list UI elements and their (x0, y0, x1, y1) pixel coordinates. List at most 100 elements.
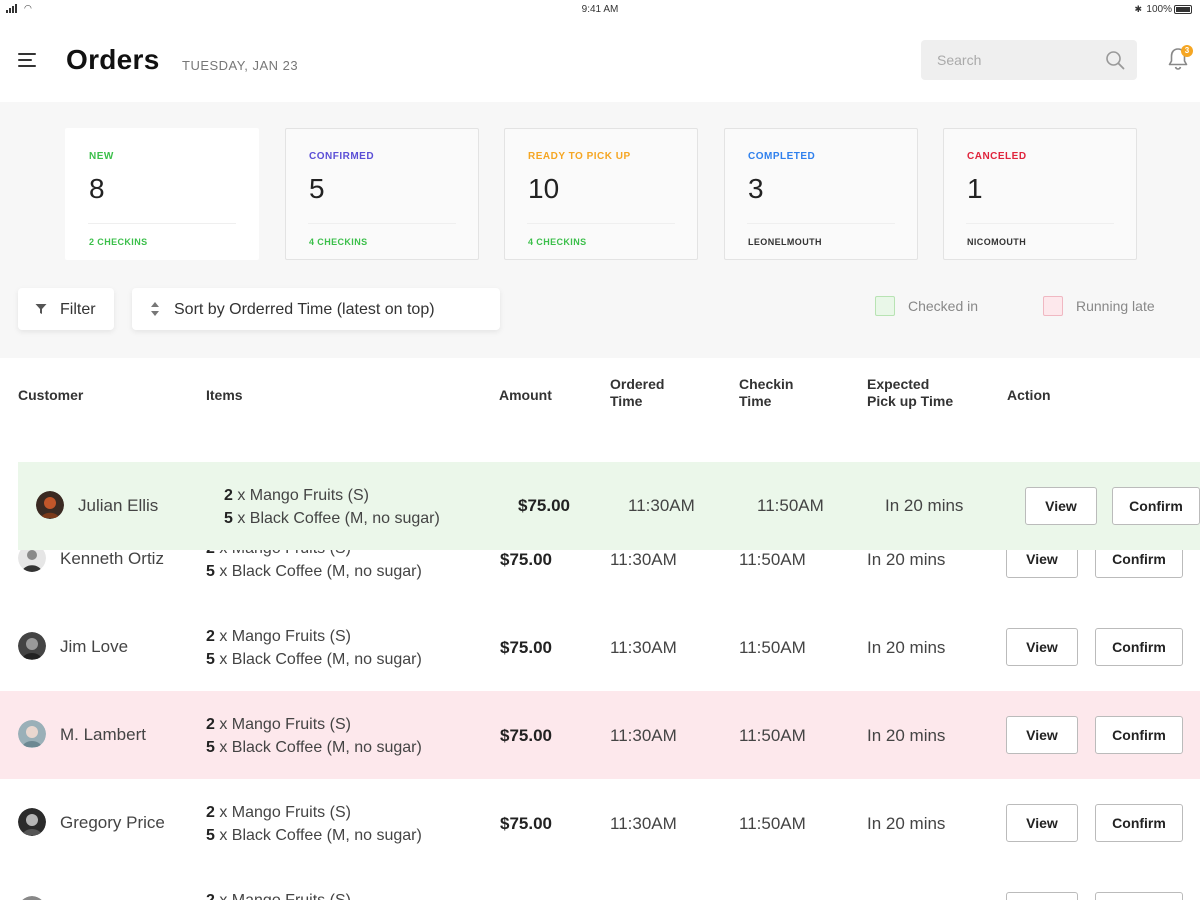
view-button[interactable]: View (1006, 716, 1078, 754)
confirm-button[interactable]: Confirm (1112, 487, 1200, 525)
header-line: Pick up Time (867, 393, 954, 409)
customer-name: Jim Love (60, 637, 129, 656)
search-box[interactable] (921, 40, 1137, 80)
item-qty: 2 (224, 487, 233, 504)
item-qty: 5 (206, 563, 215, 580)
legend-label: Running late (1076, 298, 1155, 314)
view-button[interactable] (1006, 892, 1078, 900)
filter-button[interactable]: Filter (18, 288, 114, 330)
table-row[interactable]: Gregory Price 2 x Mango Fruits (S) 5 x B… (0, 779, 1200, 867)
card-count: 8 (89, 173, 105, 204)
table-row[interactable]: Jim Love 2 x Mango Fruits (S) 5 x Black … (0, 603, 1200, 691)
ordered-time: 11:30AM (610, 726, 677, 745)
table-row[interactable]: M. Lambert 2 x Mango Fruits (S) 5 x Blac… (0, 691, 1200, 779)
card-completed[interactable]: COMPLETED 3 LEONELMOUTH (724, 128, 918, 260)
ordered-time: 11:30AM (610, 638, 677, 657)
avatar (18, 720, 46, 748)
avatar (36, 491, 64, 519)
customer-name: M. Lambert (60, 725, 146, 744)
summary-section: NEW 8 2 CHECKINS CONFIRMED 5 4 CHECKINS … (0, 102, 1200, 358)
app-header: Orders TUESDAY, JAN 23 3 (0, 20, 1200, 102)
confirm-button[interactable]: Confirm (1095, 716, 1183, 754)
header-items: Items (206, 387, 243, 403)
header-line: Time (739, 393, 772, 409)
filter-icon (35, 304, 47, 314)
order-items: 2 x Mango Fruits (S) (206, 889, 351, 900)
avatar (18, 808, 46, 836)
expected-pickup-time: In 20 mins (867, 726, 946, 745)
item-text: x Black Coffee (M, no sugar) (214, 651, 422, 668)
confirm-button[interactable] (1095, 892, 1183, 900)
card-divider (966, 223, 1114, 224)
order-amount: $75.00 (500, 550, 552, 569)
item-text: x Mango Fruits (S) (214, 628, 351, 645)
status-bar: ◠ 9:41 AM ✱ 100% (0, 0, 1200, 20)
card-confirmed[interactable]: CONFIRMED 5 4 CHECKINS (285, 128, 479, 260)
card-divider (527, 223, 675, 224)
card-ready-to-pick-up[interactable]: READY TO PICK UP 10 4 CHECKINS (504, 128, 698, 260)
customer-name: Kenneth Ortiz (60, 549, 164, 568)
card-divider (308, 223, 456, 224)
confirm-button[interactable]: Confirm (1095, 804, 1183, 842)
item-qty: 2 (206, 716, 215, 733)
card-label: CONFIRMED (309, 151, 375, 162)
item-qty: 5 (224, 510, 233, 527)
view-button[interactable]: View (1006, 628, 1078, 666)
header-checkin-time: Checkin Time (739, 376, 793, 410)
table-row[interactable]: Julian Ellis 2 x Mango Fruits (S) 5 x Bl… (18, 462, 1200, 550)
order-amount: $75.00 (518, 496, 570, 515)
ordered-time: 11:30AM (610, 550, 677, 569)
avatar (18, 896, 46, 900)
bluetooth-icon: ✱ (1134, 4, 1142, 14)
menu-icon[interactable] (18, 53, 36, 67)
sort-label: Sort by Orderred Time (latest on top) (174, 301, 435, 318)
search-icon[interactable] (1105, 50, 1125, 70)
item-text: x Mango Fruits (S) (214, 716, 351, 733)
card-label: NEW (89, 151, 114, 162)
item-text: x Black Coffee (M, no sugar) (214, 827, 422, 844)
status-time: 9:41 AM (581, 4, 619, 15)
view-button[interactable]: View (1006, 804, 1078, 842)
checkin-time: 11:50AM (739, 550, 806, 569)
header-expected-pickup: Expected Pick up Time (867, 376, 953, 410)
card-divider (747, 223, 895, 224)
header-line: Checkin (739, 376, 794, 392)
item-qty: 5 (206, 651, 215, 668)
item-text: x Mango Fruits (S) (215, 892, 351, 900)
card-footer: LEONELMOUTH (748, 237, 822, 247)
ordered-time: 11:30AM (610, 814, 677, 833)
customer-name: Gregory Price (60, 813, 165, 832)
header-line: Ordered (610, 376, 665, 392)
item-text: x Black Coffee (M, no sugar) (214, 739, 422, 756)
checkin-time: 11:50AM (757, 496, 824, 515)
order-items: 2 x Mango Fruits (S) 5 x Black Coffee (M… (206, 801, 422, 847)
card-footer: 2 CHECKINS (89, 237, 148, 247)
ordered-time: 11:30AM (628, 496, 695, 515)
header-line: Time (610, 393, 643, 409)
search-input[interactable] (921, 40, 1101, 80)
confirm-button[interactable]: Confirm (1095, 628, 1183, 666)
card-label: COMPLETED (748, 151, 816, 162)
item-text: x Mango Fruits (S) (232, 487, 369, 504)
card-canceled[interactable]: CANCELED 1 NICOMOUTH (943, 128, 1137, 260)
checkin-time: 11:50AM (739, 814, 806, 833)
expected-pickup-time: In 20 mins (867, 814, 946, 833)
order-amount: $75.00 (500, 638, 552, 657)
table-header: Customer Items Amount Ordered Time Check… (0, 358, 1200, 438)
battery-icon (1174, 5, 1192, 14)
table-row[interactable]: 2 x Mango Fruits (S) (0, 867, 1200, 900)
sort-button[interactable]: Sort by Orderred Time (latest on top) (132, 288, 500, 330)
card-new[interactable]: NEW 8 2 CHECKINS (65, 128, 259, 260)
checkin-time: 11:50AM (739, 638, 806, 657)
view-button[interactable]: View (1025, 487, 1097, 525)
card-footer: 4 CHECKINS (528, 237, 587, 247)
legend-swatch-checked-in (875, 296, 895, 316)
order-items: 2 x Mango Fruits (S) 5 x Black Coffee (M… (206, 713, 422, 759)
item-text: x Mango Fruits (S) (214, 804, 351, 821)
order-items: 2 x Mango Fruits (S) 5 x Black Coffee (M… (224, 484, 440, 530)
item-qty: 2 (206, 628, 215, 645)
checkin-time: 11:50AM (739, 726, 806, 745)
expected-pickup-time: In 20 mins (867, 550, 946, 569)
page-title: Orders (66, 44, 160, 75)
header-customer: Customer (18, 387, 84, 403)
